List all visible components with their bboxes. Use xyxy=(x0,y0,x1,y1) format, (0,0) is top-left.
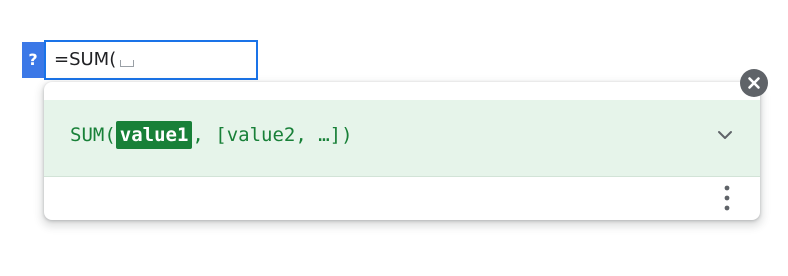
formula-value: =SUM( xyxy=(54,49,117,70)
function-name: SUM( xyxy=(70,124,116,146)
function-help-popup: SUM(value1, [value2, …]) xyxy=(44,82,760,220)
more-vert-icon[interactable] xyxy=(722,183,732,213)
space-marker xyxy=(120,60,135,67)
function-signature: SUM(value1, [value2, …]) xyxy=(70,121,353,149)
function-signature-bar[interactable]: SUM(value1, [value2, …]) xyxy=(44,100,760,177)
formula-input[interactable]: =SUM( xyxy=(44,40,258,80)
remaining-parameters: , [value2, …]) xyxy=(192,124,353,146)
close-icon[interactable] xyxy=(740,69,768,97)
chevron-down-icon[interactable] xyxy=(716,126,734,144)
active-parameter: value1 xyxy=(115,121,193,149)
formula-help-badge[interactable]: ? xyxy=(22,42,44,78)
formula-editor-stage: ? =SUM( SUM(value1, [value2, …]) xyxy=(0,0,788,276)
formula-text: =SUM( xyxy=(54,49,135,70)
